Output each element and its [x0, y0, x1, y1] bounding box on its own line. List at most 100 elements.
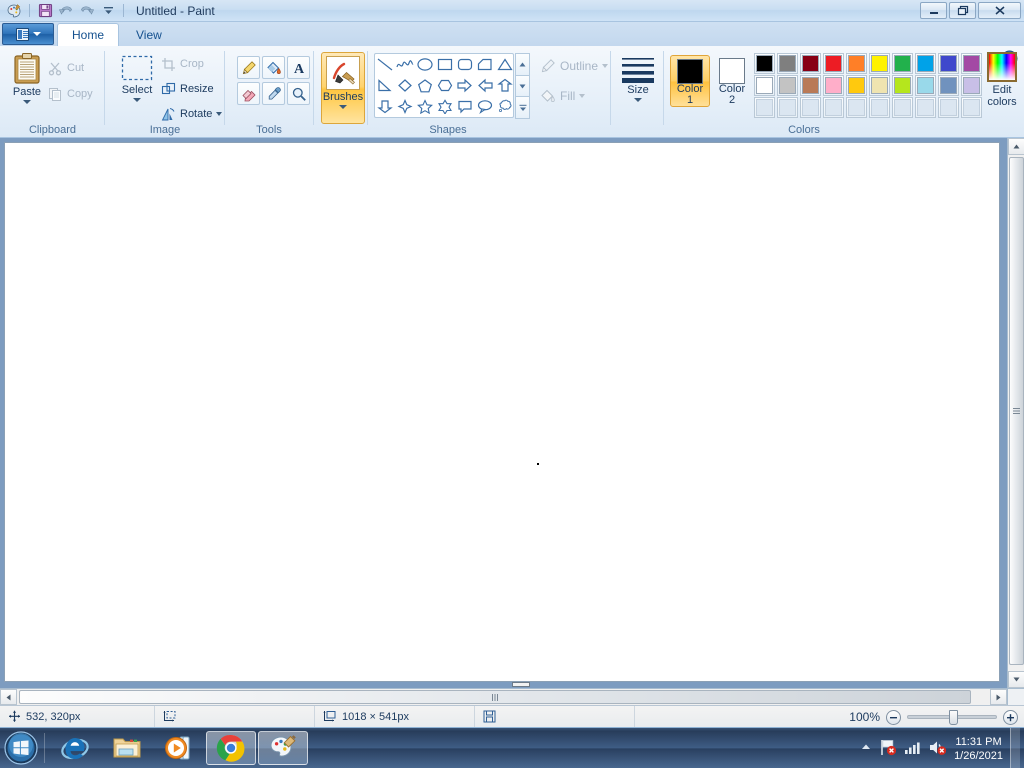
tab-home[interactable]: Home [57, 23, 120, 46]
taskbar-media-player[interactable] [154, 731, 204, 765]
palette-row1-swatch-0[interactable] [754, 53, 775, 74]
show-hidden-icons[interactable] [860, 742, 872, 755]
tab-view[interactable]: View [122, 24, 176, 46]
palette-row3-swatch-9[interactable] [961, 97, 982, 118]
line-shape[interactable] [375, 55, 395, 74]
taskbar-chrome[interactable] [206, 731, 256, 765]
rectangle-shape[interactable] [435, 55, 455, 74]
four-point-star-shape[interactable] [395, 97, 415, 116]
shapes-scroll-up[interactable] [515, 53, 530, 76]
show-desktop-button[interactable] [1010, 728, 1020, 768]
color-picker-tool[interactable] [262, 82, 285, 105]
scroll-down-arrow[interactable] [1008, 671, 1024, 688]
hexagon-shape[interactable] [435, 76, 455, 95]
palette-row3-swatch-8[interactable] [938, 97, 959, 118]
close-button[interactable] [978, 2, 1021, 19]
outline-dropdown-arrow[interactable] [602, 64, 609, 68]
brushes-button[interactable]: Brushes [321, 52, 365, 124]
fill-dropdown-arrow[interactable] [579, 94, 586, 98]
palette-row2-swatch-6[interactable] [892, 75, 913, 96]
oval-shape[interactable] [415, 55, 435, 74]
palette-row2-swatch-1[interactable] [777, 75, 798, 96]
palette-row2-swatch-3[interactable] [823, 75, 844, 96]
taskbar-paint[interactable] [258, 731, 308, 765]
taskbar-windows-explorer[interactable] [102, 731, 152, 765]
palette-row1-swatch-6[interactable] [892, 53, 913, 74]
color-1-button[interactable]: Color 1 [670, 55, 710, 107]
taskbar-internet-explorer[interactable] [50, 731, 100, 765]
shapes-more-button[interactable] [515, 96, 530, 120]
color-palette[interactable] [754, 53, 983, 118]
fill-tool[interactable] [262, 56, 285, 79]
zoom-out-button[interactable] [886, 709, 901, 725]
drawing-canvas[interactable] [4, 142, 1000, 682]
undo-icon[interactable] [57, 2, 75, 20]
paste-button[interactable]: Paste [8, 52, 46, 104]
vertical-scrollbar[interactable] [1007, 138, 1024, 688]
rounded-callout-shape[interactable] [455, 97, 475, 116]
scroll-up-arrow[interactable] [1008, 138, 1024, 155]
pentagon-shape[interactable] [415, 76, 435, 95]
rotate-dropdown-arrow[interactable] [216, 112, 223, 116]
right-arrow-shape[interactable] [455, 76, 475, 95]
palette-row3-swatch-6[interactable] [892, 97, 913, 118]
paint-menu-button[interactable] [2, 23, 54, 45]
palette-row2-swatch-8[interactable] [938, 75, 959, 96]
rounded-rectangle-shape[interactable] [455, 55, 475, 74]
triangle-shape[interactable] [495, 55, 515, 74]
palette-row2-swatch-2[interactable] [800, 75, 821, 96]
horizontal-scrollbar[interactable] [0, 688, 1007, 705]
resize-button[interactable]: Resize [161, 79, 222, 99]
network-icon[interactable] [904, 739, 921, 758]
edit-colors-button[interactable]: Edit colors [982, 52, 1022, 108]
palette-row3-swatch-7[interactable] [915, 97, 936, 118]
zoom-slider[interactable] [907, 710, 997, 725]
text-tool[interactable]: A [287, 56, 310, 79]
palette-row2-swatch-4[interactable] [846, 75, 867, 96]
palette-row1-swatch-4[interactable] [846, 53, 867, 74]
curve-shape[interactable] [395, 55, 415, 74]
scroll-right-arrow[interactable] [990, 689, 1007, 705]
horizontal-scroll-thumb[interactable] [19, 690, 971, 704]
zoom-slider-thumb[interactable] [949, 710, 958, 725]
zoom-in-button[interactable] [1003, 709, 1018, 725]
pencil-tool[interactable] [237, 56, 260, 79]
eraser-tool[interactable] [237, 82, 260, 105]
left-arrow-shape[interactable] [475, 76, 495, 95]
oval-callout-shape[interactable] [475, 97, 495, 116]
polygon-shape[interactable] [475, 55, 495, 74]
down-arrow-shape[interactable] [375, 97, 395, 116]
palette-row3-swatch-3[interactable] [823, 97, 844, 118]
paste-dropdown-arrow[interactable] [23, 100, 31, 104]
palette-row2-swatch-9[interactable] [961, 75, 982, 96]
cloud-callout-shape[interactable] [495, 97, 515, 116]
palette-row2-swatch-0[interactable] [754, 75, 775, 96]
palette-row1-swatch-5[interactable] [869, 53, 890, 74]
right-triangle-shape[interactable] [375, 76, 395, 95]
scroll-left-arrow[interactable] [0, 689, 17, 705]
select-dropdown-arrow[interactable] [133, 98, 141, 102]
palette-row1-swatch-7[interactable] [915, 53, 936, 74]
six-point-star-shape[interactable] [435, 97, 455, 116]
rotate-button[interactable]: Rotate [161, 104, 223, 124]
canvas-resize-handle-bottom[interactable] [512, 682, 530, 687]
save-icon[interactable] [36, 2, 54, 20]
five-point-star-shape[interactable] [415, 97, 435, 116]
size-button[interactable]: Size [618, 56, 658, 102]
select-button[interactable]: Select [115, 54, 159, 102]
palette-row1-swatch-1[interactable] [777, 53, 798, 74]
palette-row1-swatch-8[interactable] [938, 53, 959, 74]
taskbar-clock[interactable]: 11:31 PM 1/26/2021 [954, 735, 1003, 763]
palette-row3-swatch-4[interactable] [846, 97, 867, 118]
shapes-scroll-down[interactable] [515, 74, 530, 98]
palette-row3-swatch-5[interactable] [869, 97, 890, 118]
volume-icon[interactable] [928, 739, 947, 759]
palette-row3-swatch-1[interactable] [777, 97, 798, 118]
palette-row1-swatch-3[interactable] [823, 53, 844, 74]
shapes-gallery[interactable] [374, 53, 514, 118]
palette-row1-swatch-2[interactable] [800, 53, 821, 74]
magnifier-tool[interactable] [287, 82, 310, 105]
size-dropdown-arrow[interactable] [634, 98, 642, 102]
redo-icon[interactable] [78, 2, 96, 20]
action-center-icon[interactable] [879, 739, 897, 759]
